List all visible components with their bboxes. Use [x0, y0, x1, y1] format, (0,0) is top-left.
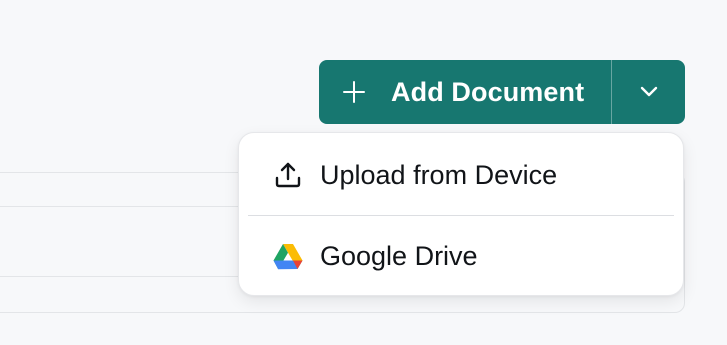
menu-item-label: Upload from Device	[320, 159, 558, 190]
chevron-down-icon	[640, 86, 657, 97]
add-document-dropdown-toggle[interactable]	[612, 60, 685, 124]
menu-item-label: Google Drive	[320, 240, 478, 271]
google-drive-icon	[273, 241, 303, 271]
add-document-menu: Upload from Device Google Drive	[238, 132, 684, 296]
menu-item-google-drive[interactable]: Google Drive	[239, 216, 683, 296]
upload-icon	[273, 160, 303, 190]
add-document-button[interactable]: Add Document	[319, 60, 611, 124]
menu-item-upload-from-device[interactable]: Upload from Device	[239, 135, 683, 215]
add-document-label: Add Document	[391, 76, 585, 107]
plus-icon	[341, 79, 367, 105]
add-document-split-button: Add Document	[319, 60, 685, 124]
